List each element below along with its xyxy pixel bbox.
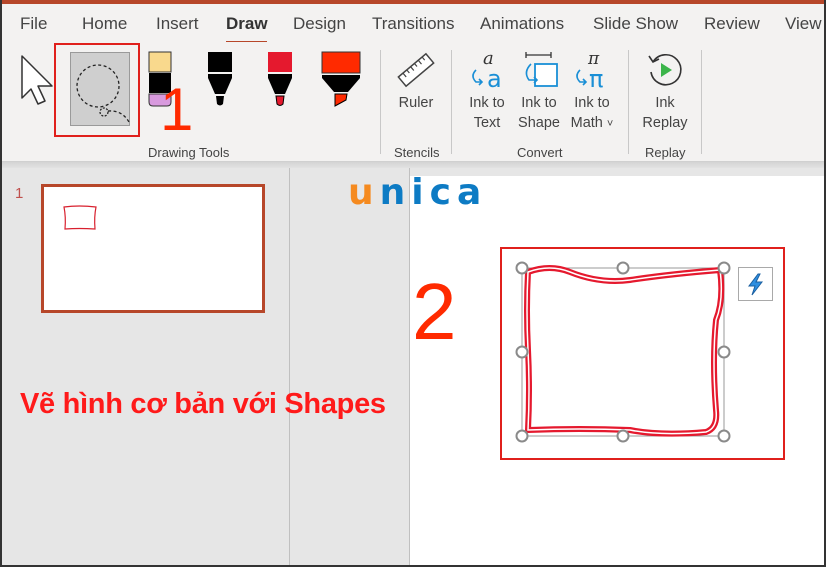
window-frame	[0, 0, 826, 567]
